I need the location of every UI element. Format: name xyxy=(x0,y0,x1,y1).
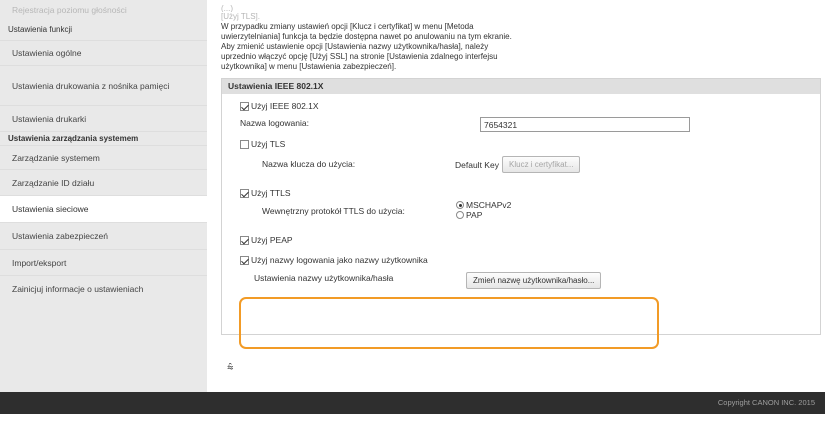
sidebar-item-system-management[interactable]: Zarządzanie systemem xyxy=(0,145,207,169)
sidebar-item-label: Zarządzanie ID działu xyxy=(12,177,95,188)
sidebar-item-label: Ustawienia drukarki xyxy=(12,113,87,124)
bottom-bar xyxy=(0,414,825,430)
pap-label: PAP xyxy=(466,210,483,220)
sidebar-item-import-export[interactable]: Import/eksport xyxy=(0,249,207,275)
copyright-text: Copyright CANON INC. 2015 xyxy=(717,398,815,407)
use-ieee-label: Użyj IEEE 802.1X xyxy=(251,101,319,111)
change-username-password-button[interactable]: Zmień nazwę użytkownika/hasło... xyxy=(466,272,602,289)
use-ttls-label: Użyj TTLS xyxy=(251,188,291,198)
key-value: Default Key xyxy=(455,160,499,170)
use-ttls-checkbox[interactable] xyxy=(240,188,249,198)
sidebar-item-label: Ustawienia zabezpieczeń xyxy=(12,231,108,241)
ttls-option-pap[interactable]: PAP xyxy=(456,210,511,220)
info-line-faded: [Użyj TLS]. xyxy=(221,12,260,21)
info-line-faded: (...) xyxy=(221,4,233,12)
use-peap-row: Użyj PEAP xyxy=(234,232,293,248)
login-name-label: Nazwa logowania: xyxy=(240,118,309,128)
sidebar-item-general-settings[interactable]: Ustawienia ogólne xyxy=(0,40,207,65)
sidebar-item-printer-settings[interactable]: Ustawienia drukarki xyxy=(0,105,207,131)
user-settings-label: Ustawienia nazwy użytkownika/hasła xyxy=(254,273,394,283)
footer: Copyright CANON INC. 2015 xyxy=(0,392,825,414)
sidebar-item-label: Ustawienia drukowania z nośnika pamięci xyxy=(12,80,170,91)
key-certificate-button[interactable]: Klucz i certyfikat... xyxy=(502,156,581,173)
sidebar-item-initialize-settings[interactable]: Zainicjuj informacje o ustawieniach xyxy=(0,275,207,301)
use-tls-checkbox[interactable] xyxy=(240,139,249,149)
sidebar-item-network-settings[interactable]: Ustawienia sieciowe xyxy=(0,195,207,222)
info-text: (...) [Użyj TLS]. W przypadku zmiany ust… xyxy=(221,0,641,72)
use-ieee-checkbox[interactable] xyxy=(240,101,249,111)
use-peap-label: Użyj PEAP xyxy=(251,235,293,245)
sidebar-group-system-management: Ustawienia zarządzania systemem xyxy=(0,131,207,145)
use-ttls-row: Użyj TTLS xyxy=(234,185,291,201)
mschapv2-radio[interactable] xyxy=(456,201,464,209)
user-settings-row: Ustawienia nazwy użytkownika/hasła xyxy=(254,270,393,286)
info-line: uwierzytelniania] funkcja ta będzie dost… xyxy=(221,32,512,41)
sidebar-item-department-id[interactable]: Zarządzanie ID działu xyxy=(0,169,207,195)
key-row: Nazwa klucza do użycia: xyxy=(234,156,355,172)
use-ieee-row: Użyj IEEE 802.1X xyxy=(234,98,319,114)
section-title: Ustawienia IEEE 802.1X xyxy=(222,79,820,94)
info-line: W przypadku zmiany ustawień opcji [Klucz… xyxy=(221,22,474,31)
use-peap-checkbox[interactable] xyxy=(240,235,249,245)
use-tls-row: Użyj TLS xyxy=(234,136,285,152)
ttls-protocol-label: Wewnętrzny protokół TTLS do użycia: xyxy=(262,206,405,216)
sidebar-item-label: Zarządzanie systemem xyxy=(12,152,100,163)
info-line: użytkownika] w menu [Ustawienia zabezpie… xyxy=(221,62,397,71)
sidebar-item-label: Ustawienia sieciowe xyxy=(12,204,89,214)
sidebar-group-function-settings: Ustawienia funkcji xyxy=(8,25,73,34)
sidebar: Rejestracja poziomu głośności Ustawienia… xyxy=(0,0,207,392)
sidebar-item-security-settings[interactable]: Ustawienia zabezpieczeń xyxy=(0,222,207,249)
sidebar-item-memory-print-settings[interactable]: Ustawienia drukowania z nośnika pamięci xyxy=(0,65,207,105)
key-label: Nazwa klucza do użycia: xyxy=(262,159,356,169)
use-tls-label: Użyj TLS xyxy=(251,139,286,149)
back-to-top-icon[interactable]: ⩯ xyxy=(227,362,233,375)
sidebar-item-volume[interactable]: Rejestracja poziomu głośności xyxy=(0,0,207,20)
login-name-input[interactable] xyxy=(480,117,690,132)
pap-radio[interactable] xyxy=(456,211,464,219)
sidebar-item-label: Ustawienia ogólne xyxy=(12,48,82,58)
ttls-protocol-row: Wewnętrzny protokół TTLS do użycia: xyxy=(234,203,405,219)
use-login-as-user-row: Użyj nazwy logowania jako nazwy użytkown… xyxy=(234,252,428,268)
highlight-frame xyxy=(239,297,659,349)
use-login-as-user-checkbox[interactable] xyxy=(240,255,249,265)
use-login-as-user-label: Użyj nazwy logowania jako nazwy użytkown… xyxy=(251,255,428,265)
login-name-row: Nazwa logowania: xyxy=(234,115,309,131)
sidebar-item-label: Zainicjuj informacje o ustawieniach xyxy=(12,283,144,294)
sidebar-item-label: Import/eksport xyxy=(12,257,67,268)
ttls-option-mschapv2[interactable]: MSCHAPv2 xyxy=(456,200,511,210)
info-line: uprzednio włączyć opcję [Użyj SSL] na st… xyxy=(221,52,498,61)
info-line: Aby zmienić ustawienie opcji [Ustawienia… xyxy=(221,42,489,51)
mschapv2-label: MSCHAPv2 xyxy=(466,200,512,210)
ttls-options: MSCHAPv2 PAP xyxy=(456,200,511,220)
